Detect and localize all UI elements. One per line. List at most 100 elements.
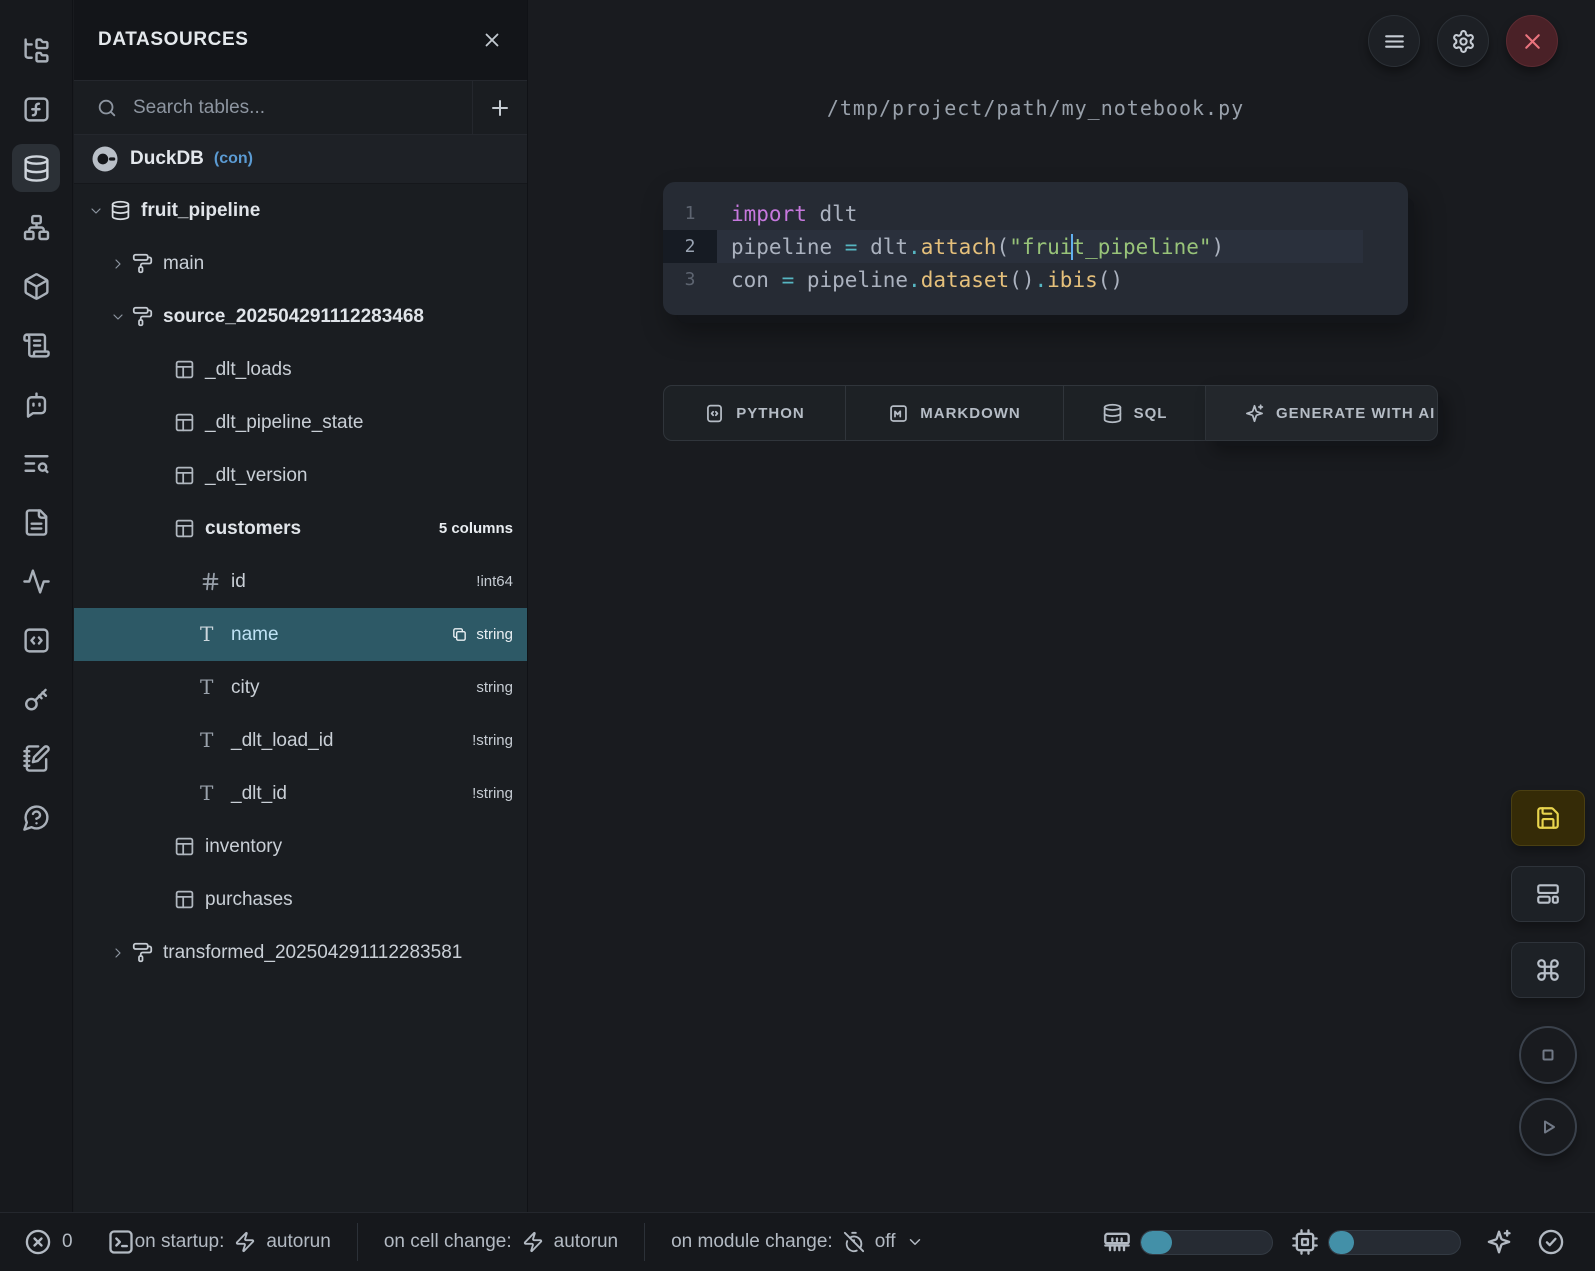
search-input[interactable] [118, 81, 472, 134]
connection-health-icon[interactable] [1537, 1228, 1565, 1256]
tree-label: purchases [205, 889, 293, 911]
rail-item-code-square-icon[interactable] [12, 616, 60, 664]
type-string-icon: T [200, 677, 221, 698]
cpu-usage-meter [1328, 1230, 1461, 1255]
tree-row-fruit_pipeline[interactable]: fruit_pipeline [74, 184, 527, 237]
rail-item-network-icon[interactable] [12, 203, 60, 251]
ai-sparkles-button[interactable] [1485, 1228, 1513, 1256]
rail-item-notebook-pen-icon[interactable] [12, 734, 60, 782]
tree-row-name[interactable]: Tnamestring [74, 608, 527, 661]
keyboard-shortcuts-button[interactable] [1511, 942, 1585, 998]
tree-row-source_202504291112283468[interactable]: source_202504291112283468 [74, 290, 527, 343]
tree-row-meta: string [476, 679, 513, 696]
tree-row-_dlt_id[interactable]: T_dlt_id!string [74, 767, 527, 820]
code-line-3[interactable]: 3con = pipeline.dataset().ibis() [663, 263, 1408, 296]
add-python-cell-button[interactable]: PYTHON [663, 385, 846, 441]
add-cell-toolbar: PYTHONMARKDOWNSQLGENERATE WITH AI [663, 385, 1438, 441]
error-indicator[interactable]: 0 [24, 1228, 73, 1256]
tree-row-_dlt_load_id[interactable]: T_dlt_load_id!string [74, 714, 527, 767]
paint-roller-icon [132, 942, 153, 963]
code-text: con = pipeline.dataset().ibis() [717, 263, 1363, 296]
tree-row-_dlt_loads[interactable]: _dlt_loads [74, 343, 527, 396]
rail-item-database-icon[interactable] [12, 144, 60, 192]
chevron-down-icon[interactable] [88, 203, 105, 219]
setting-label: on cell change: [384, 1231, 512, 1253]
zap-icon [234, 1231, 256, 1253]
schema-tree: fruit_pipelinemain source_202504291112283… [74, 184, 527, 979]
code-text: import dlt [717, 197, 1363, 230]
copy-icon[interactable] [451, 626, 468, 643]
chevron-right-icon[interactable] [110, 945, 127, 961]
code-line-2[interactable]: 2pipeline = dlt.attach("fruit_pipeline") [663, 230, 1408, 263]
rail-item-text-search-icon[interactable] [12, 439, 60, 487]
runtime-setting-1[interactable]: on cell change:autorun [384, 1231, 618, 1253]
chevron-right-icon[interactable] [110, 256, 127, 272]
tree-row-purchases[interactable]: purchases [74, 873, 527, 926]
rail-item-package-icon[interactable] [12, 262, 60, 310]
rail-item-bot-icon[interactable] [12, 380, 60, 428]
rail-item-scroll-text-icon[interactable] [12, 321, 60, 369]
type-string-icon: T [200, 730, 221, 751]
close-panel-icon[interactable] [481, 29, 503, 51]
tree-label: _dlt_id [231, 783, 287, 805]
circle-x-icon [24, 1228, 52, 1256]
rail-item-activity-icon[interactable] [12, 557, 60, 605]
terminal-button[interactable] [107, 1228, 135, 1256]
add-datasource-button[interactable] [472, 81, 527, 134]
tree-label: _dlt_loads [205, 359, 292, 381]
table-icon [174, 889, 195, 910]
command-icon [1535, 957, 1561, 983]
rail-item-function-square-icon[interactable] [12, 85, 60, 133]
generate-with-ai-button[interactable]: GENERATE WITH AI [1206, 385, 1438, 441]
tree-row-inventory[interactable]: inventory [74, 820, 527, 873]
tree-label: customers [205, 518, 301, 540]
code-line-1[interactable]: 1import dlt [663, 197, 1408, 230]
memory-stick-icon [1103, 1228, 1131, 1256]
tree-label: id [231, 571, 246, 593]
close-button[interactable] [1506, 15, 1558, 67]
type-string-icon: T [200, 624, 221, 645]
table-icon [174, 359, 195, 380]
tree-label: transformed_202504291112283581 [163, 942, 462, 964]
runtime-setting-2[interactable]: on module change:off [671, 1231, 923, 1253]
settings-button[interactable] [1437, 15, 1489, 67]
stop-button[interactable] [1519, 1026, 1577, 1084]
menu-button[interactable] [1368, 15, 1420, 67]
connection-engine: DuckDB [130, 148, 204, 170]
tree-row-_dlt_version[interactable]: _dlt_version [74, 449, 527, 502]
tree-label: source_202504291112283468 [163, 306, 424, 328]
window-controls [1368, 15, 1558, 67]
tree-label: _dlt_version [205, 465, 307, 487]
tree-row-meta: 5 columns [439, 520, 513, 537]
connection-alias: (con) [214, 150, 253, 168]
rail-item-key-icon[interactable] [12, 675, 60, 723]
setting-label: on startup: [135, 1231, 225, 1253]
rail-item-file-text-icon[interactable] [12, 498, 60, 546]
save-button[interactable] [1511, 790, 1585, 846]
stop-icon [1536, 1043, 1560, 1067]
code-cell[interactable]: 1import dlt2pipeline = dlt.attach("fruit… [663, 182, 1408, 315]
search-row [74, 81, 527, 135]
runtime-setting-0[interactable]: on startup:autorun [135, 1231, 331, 1253]
error-count: 0 [62, 1231, 73, 1253]
tree-row-customers[interactable]: customers 5 columns [74, 502, 527, 555]
tree-row-main[interactable]: main [74, 237, 527, 290]
zap-icon [522, 1231, 544, 1253]
save-icon [1535, 805, 1561, 831]
layout-button[interactable] [1511, 866, 1585, 922]
add-sql-cell-button[interactable]: SQL [1064, 385, 1206, 441]
tree-row-_dlt_pipeline_state[interactable]: _dlt_pipeline_state [74, 396, 527, 449]
rail-item-file-tree-icon[interactable] [12, 26, 60, 74]
rail-item-help-circle-icon[interactable] [12, 793, 60, 841]
run-button[interactable] [1519, 1098, 1577, 1156]
tree-row-meta: !int64 [476, 573, 513, 590]
chevron-down-icon[interactable] [110, 309, 127, 325]
tree-row-id[interactable]: id !int64 [74, 555, 527, 608]
add-markdown-cell-button[interactable]: MARKDOWN [846, 385, 1064, 441]
connection-row[interactable]: DuckDB (con) [74, 135, 527, 184]
tree-row-transformed_202504291112283581[interactable]: transformed_202504291112283581 [74, 926, 527, 979]
setting-label: on module change: [671, 1231, 833, 1253]
tree-row-city[interactable]: Tcity string [74, 661, 527, 714]
tree-label: city [231, 677, 260, 699]
code-cell-icon [704, 403, 725, 424]
